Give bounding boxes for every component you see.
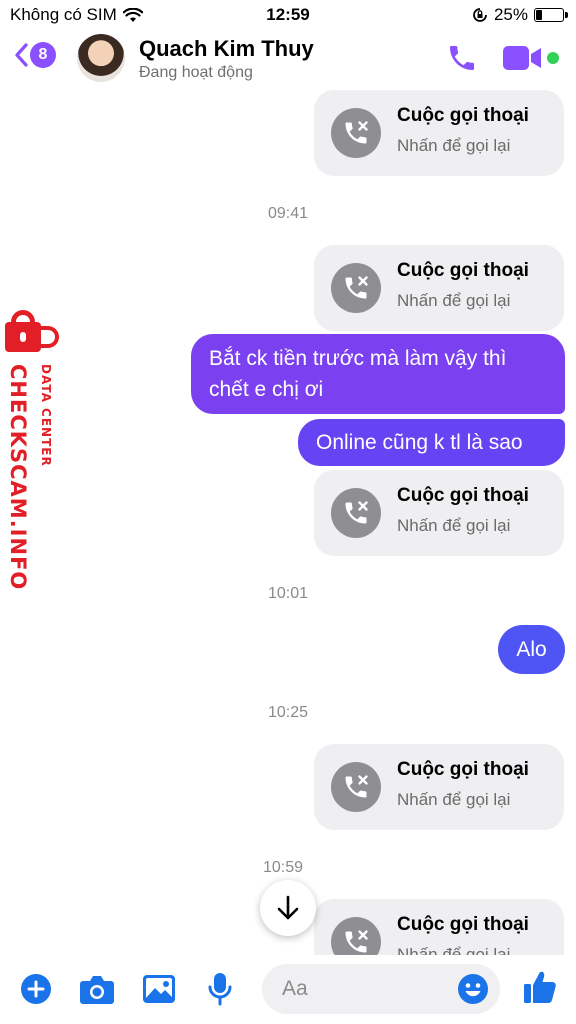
microphone-icon [208, 973, 232, 1006]
call-subtitle: Nhấn để gọi lại [397, 945, 511, 955]
call-title: Cuộc gọi thoại [397, 759, 529, 780]
conversation-header: 8 Quach Kim Thuy Đang hoạt động [0, 30, 576, 90]
call-subtitle: Nhấn để gọi lại [397, 516, 511, 535]
missed-call-card[interactable]: Cuộc gọi thoại Nhấn để gọi lại [314, 899, 564, 955]
missed-call-icon [331, 488, 381, 538]
battery-icon [534, 8, 568, 22]
call-title: Cuộc gọi thoại [397, 105, 529, 126]
lock-decoration [41, 326, 59, 348]
missed-call-icon [331, 263, 381, 313]
emoji-button[interactable] [457, 973, 489, 1005]
like-button[interactable] [520, 967, 560, 1007]
call-subtitle: Nhấn để gọi lại [397, 136, 511, 155]
missed-call-icon [331, 108, 381, 158]
back-button[interactable]: 8 [14, 42, 56, 68]
message-list[interactable]: Cuộc gọi thoại Nhấn để gọi lại 09:41 Cuộ… [0, 90, 576, 955]
message-input[interactable] [282, 972, 442, 1006]
message-text-line: chết e chị ơi [209, 378, 324, 401]
avatar[interactable] [77, 34, 125, 82]
camera-icon [80, 976, 114, 1004]
thumbs-up-icon [524, 971, 556, 1003]
battery-percent: 25% [493, 5, 528, 24]
unread-badge: 8 [30, 42, 56, 68]
rotation-lock-icon [473, 8, 487, 22]
message-composer [0, 955, 576, 1024]
missed-call-card[interactable]: Cuộc gọi thoại Nhấn để gọi lại [314, 90, 564, 176]
gallery-button[interactable] [139, 969, 179, 1009]
sent-message-bubble[interactable]: Online cũng k tl là sao [298, 419, 565, 466]
timestamp: 10:01 [267, 585, 309, 602]
timestamp: 10:59 [263, 859, 304, 876]
video-camera-icon [503, 46, 541, 70]
emoji-icon [458, 974, 488, 1004]
message-input-container[interactable] [262, 964, 500, 1014]
contact-status: Đang hoạt động [139, 64, 253, 81]
call-subtitle: Nhấn để gọi lại [397, 790, 511, 809]
scroll-to-bottom-button[interactable] [260, 880, 316, 936]
camera-button[interactable] [77, 969, 117, 1009]
timestamp: 10:25 [267, 704, 309, 721]
call-title: Cuộc gọi thoại [397, 914, 529, 935]
watermark-brand: CHECKSCAM.INFO [6, 364, 30, 591]
message-text-line: Bắt ck tiền trước mà làm vậy thì [209, 347, 507, 370]
timestamp: 09:41 [267, 205, 309, 222]
contact-name[interactable]: Quach Kim Thuy [139, 36, 314, 62]
call-subtitle: Nhấn để gọi lại [397, 291, 511, 310]
status-bar: Không có SIM 12:59 25% [0, 0, 576, 30]
missed-call-card[interactable]: Cuộc gọi thoại Nhấn để gọi lại [314, 470, 564, 556]
watermark-tagline: DATA CENTER [39, 364, 53, 467]
call-title: Cuộc gọi thoại [397, 260, 529, 281]
missed-call-card[interactable]: Cuộc gọi thoại Nhấn để gọi lại [314, 245, 564, 331]
sent-message-bubble[interactable]: Alo [498, 625, 565, 674]
video-call-button[interactable] [503, 44, 543, 77]
missed-call-icon [331, 762, 381, 812]
plus-circle-icon [21, 974, 51, 1004]
missed-call-icon [331, 917, 381, 955]
more-actions-button[interactable] [16, 969, 56, 1009]
voice-call-button[interactable] [446, 42, 478, 79]
online-status-dot [547, 52, 559, 64]
voice-message-button[interactable] [200, 969, 240, 1009]
chevron-left-icon [15, 43, 28, 67]
missed-call-card[interactable]: Cuộc gọi thoại Nhấn để gọi lại [314, 744, 564, 830]
call-title: Cuộc gọi thoại [397, 485, 529, 506]
image-icon [143, 975, 175, 1003]
sent-message-bubble[interactable]: Bắt ck tiền trước mà làm vậy thì chết e … [191, 334, 565, 414]
arrow-down-icon [277, 895, 299, 920]
watermark: CHECKSCAM.INFO DATA CENTER [3, 310, 63, 590]
lock-keyhole [20, 332, 26, 342]
battery-group: 25% [472, 5, 568, 25]
phone-icon [450, 46, 474, 70]
